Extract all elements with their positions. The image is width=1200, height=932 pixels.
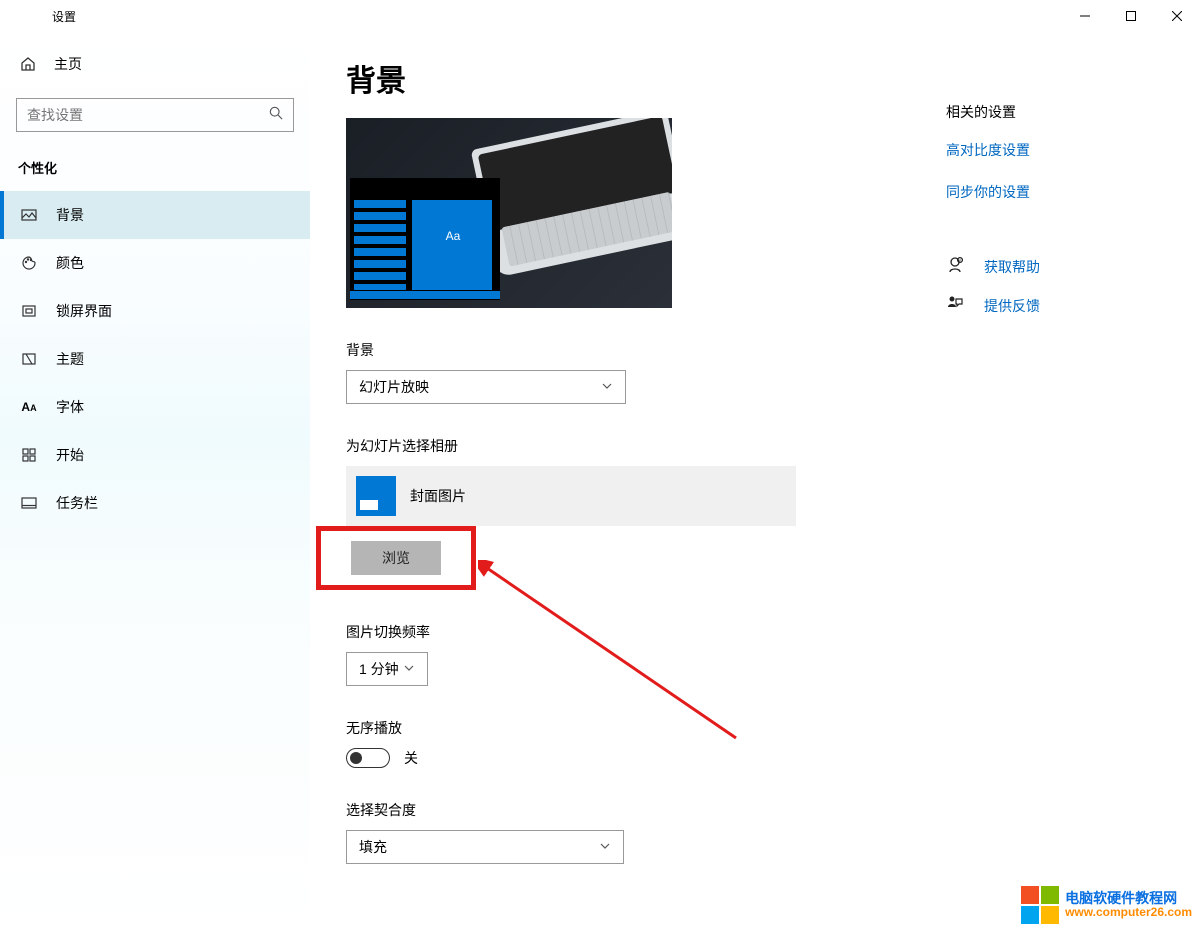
nav-start[interactable]: 开始 — [0, 431, 310, 479]
maximize-button[interactable] — [1108, 0, 1154, 32]
home-label: 主页 — [54, 54, 82, 74]
fit-label: 选择契合度 — [346, 800, 906, 820]
chevron-down-icon — [601, 379, 613, 395]
page-title: 背景 — [346, 56, 906, 100]
font-icon: AA — [20, 400, 38, 414]
taskbar-icon — [20, 495, 38, 511]
frequency-label: 图片切换频率 — [346, 622, 906, 642]
help-link[interactable]: ? 获取帮助 — [946, 256, 1040, 277]
dropdown-value: 1 分钟 — [359, 659, 399, 679]
chevron-down-icon — [599, 839, 611, 855]
feedback-link[interactable]: 提供反馈 — [946, 295, 1040, 316]
folder-icon — [356, 476, 396, 516]
help-label: 获取帮助 — [984, 257, 1040, 277]
lockscreen-icon — [20, 303, 38, 319]
nav-taskbar[interactable]: 任务栏 — [0, 479, 310, 527]
preview-text: Aa — [438, 224, 468, 248]
home-icon — [20, 56, 36, 72]
link-high-contrast[interactable]: 高对比度设置 — [946, 140, 1040, 160]
main-content: 背景 Aa 背景 幻灯片放映 为幻灯片选择相册 封面图片 浏览 — [310, 32, 1200, 932]
feedback-icon — [946, 295, 964, 316]
start-icon — [20, 447, 38, 463]
fit-dropdown[interactable]: 填充 — [346, 830, 624, 864]
background-preview: Aa — [346, 118, 672, 308]
chevron-down-icon — [403, 661, 415, 677]
dropdown-value: 幻灯片放映 — [359, 377, 429, 397]
home-link[interactable]: 主页 — [0, 42, 310, 86]
search-box[interactable] — [16, 98, 294, 132]
palette-icon — [20, 255, 38, 271]
frequency-dropdown[interactable]: 1 分钟 — [346, 652, 428, 686]
link-sync-settings[interactable]: 同步你的设置 — [946, 182, 1040, 202]
window-title: 设置 — [52, 8, 76, 25]
nav-label: 背景 — [56, 205, 84, 225]
sidebar: 主页 个性化 背景 颜色 锁屏界面 主题 AA 字体 开始 — [0, 32, 310, 932]
window-controls — [1062, 0, 1200, 32]
titlebar: 设置 — [0, 0, 1200, 32]
search-icon — [269, 106, 283, 125]
background-label: 背景 — [346, 340, 906, 360]
album-row[interactable]: 封面图片 — [346, 466, 796, 526]
windows-logo-icon — [1021, 886, 1059, 924]
nav-colors[interactable]: 颜色 — [0, 239, 310, 287]
nav-label: 字体 — [56, 397, 84, 417]
search-input[interactable] — [27, 107, 267, 123]
nav-label: 开始 — [56, 445, 84, 465]
browse-button[interactable]: 浏览 — [351, 541, 441, 575]
shuffle-label: 无序播放 — [346, 718, 906, 738]
watermark-title: 电脑软硬件教程网 — [1065, 891, 1192, 906]
nav-label: 锁屏界面 — [56, 301, 112, 321]
svg-text:?: ? — [959, 258, 961, 262]
watermark: 电脑软硬件教程网 www.computer26.com — [1021, 886, 1192, 924]
background-dropdown[interactable]: 幻灯片放映 — [346, 370, 626, 404]
close-button[interactable] — [1154, 0, 1200, 32]
theme-icon — [20, 351, 38, 367]
nav-label: 任务栏 — [56, 493, 98, 513]
shuffle-value: 关 — [404, 748, 418, 768]
shuffle-toggle[interactable] — [346, 748, 390, 768]
minimize-button[interactable] — [1062, 0, 1108, 32]
nav-lockscreen[interactable]: 锁屏界面 — [0, 287, 310, 335]
feedback-label: 提供反馈 — [984, 296, 1040, 316]
album-value: 封面图片 — [410, 486, 466, 506]
nav-label: 主题 — [56, 349, 84, 369]
related-title: 相关的设置 — [946, 102, 1040, 122]
dropdown-value: 填充 — [359, 837, 387, 857]
album-label: 为幻灯片选择相册 — [346, 436, 906, 456]
related-settings: 相关的设置 高对比度设置 同步你的设置 ? 获取帮助 提供反馈 — [906, 56, 1040, 932]
nav-label: 颜色 — [56, 253, 84, 273]
nav-background[interactable]: 背景 — [0, 191, 310, 239]
nav-themes[interactable]: 主题 — [0, 335, 310, 383]
section-title: 个性化 — [0, 132, 310, 191]
browse-highlight: 浏览 — [316, 526, 476, 590]
watermark-url: www.computer26.com — [1065, 906, 1192, 919]
help-icon: ? — [946, 256, 964, 277]
nav-fonts[interactable]: AA 字体 — [0, 383, 310, 431]
picture-icon — [20, 207, 38, 223]
